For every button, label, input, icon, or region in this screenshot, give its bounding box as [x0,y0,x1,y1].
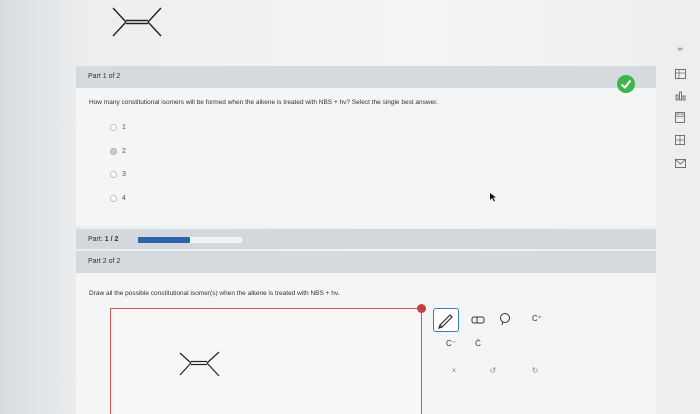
progress-fill [138,237,190,243]
option-2-label: 2 [122,148,126,155]
part1-panel [76,66,656,226]
progress-prefix: Part: [88,236,103,243]
radio-option-4[interactable] [110,195,117,202]
part2-header-label: Part 2 of 2 [88,258,121,265]
part1-header: Part 1 of 2 [76,66,656,88]
part-progress: Part: 1 / 2 [76,229,656,249]
periodic-table-icon[interactable] [674,68,686,79]
radio-option-1[interactable] [110,124,117,131]
radio-option-3[interactable] [110,171,117,178]
option-3[interactable]: 3 [110,171,126,178]
progress-bar [138,237,242,243]
charge-plus-button[interactable]: C⁺ [529,310,545,326]
grid-icon[interactable] [674,134,686,145]
option-2[interactable]: 2 [110,148,126,155]
part1-header-label: Part 1 of 2 [88,73,121,80]
bar-chart-icon[interactable] [674,90,686,101]
option-3-label: 3 [122,171,126,178]
drawing-canvas[interactable] [110,308,422,414]
option-1-label: 1 [122,124,126,131]
clear-button[interactable]: × [446,362,462,378]
progress-value: 1 / 2 [104,236,119,243]
lasso-icon [500,313,510,326]
calculator-icon[interactable] [674,112,686,123]
option-1[interactable]: 1 [110,124,126,131]
charge-minus-button[interactable]: C⁻ [443,335,459,351]
eraser-tool-button[interactable] [470,312,486,328]
part1-question: How many constitutional isomers will be … [89,99,438,106]
canvas-corner-handle[interactable] [417,304,426,313]
pencil-tool-button[interactable] [433,308,459,332]
pencil-icon [438,314,453,329]
canvas-alkene-structure [179,351,220,377]
option-4-label: 4 [122,195,126,202]
part2-question: Draw all the possible constitutional iso… [89,290,340,297]
redo-button[interactable]: ↻ [527,362,543,378]
mail-icon[interactable] [674,158,686,169]
lasso-tool-button[interactable] [497,311,513,327]
alkene-structure [112,7,162,37]
radical-button[interactable]: C̈ [470,335,486,351]
correct-check-icon [617,75,635,93]
option-4[interactable]: 4 [110,195,126,202]
undo-button[interactable]: ↺ [485,362,501,378]
mouse-cursor-icon [490,193,496,202]
progress-label: Part: 1 / 2 [88,236,118,243]
part2-header: Part 2 of 2 [76,251,656,273]
eraser-icon [471,316,485,324]
infinity-icon[interactable]: ∞ [674,44,686,55]
radio-option-2[interactable] [110,148,117,155]
